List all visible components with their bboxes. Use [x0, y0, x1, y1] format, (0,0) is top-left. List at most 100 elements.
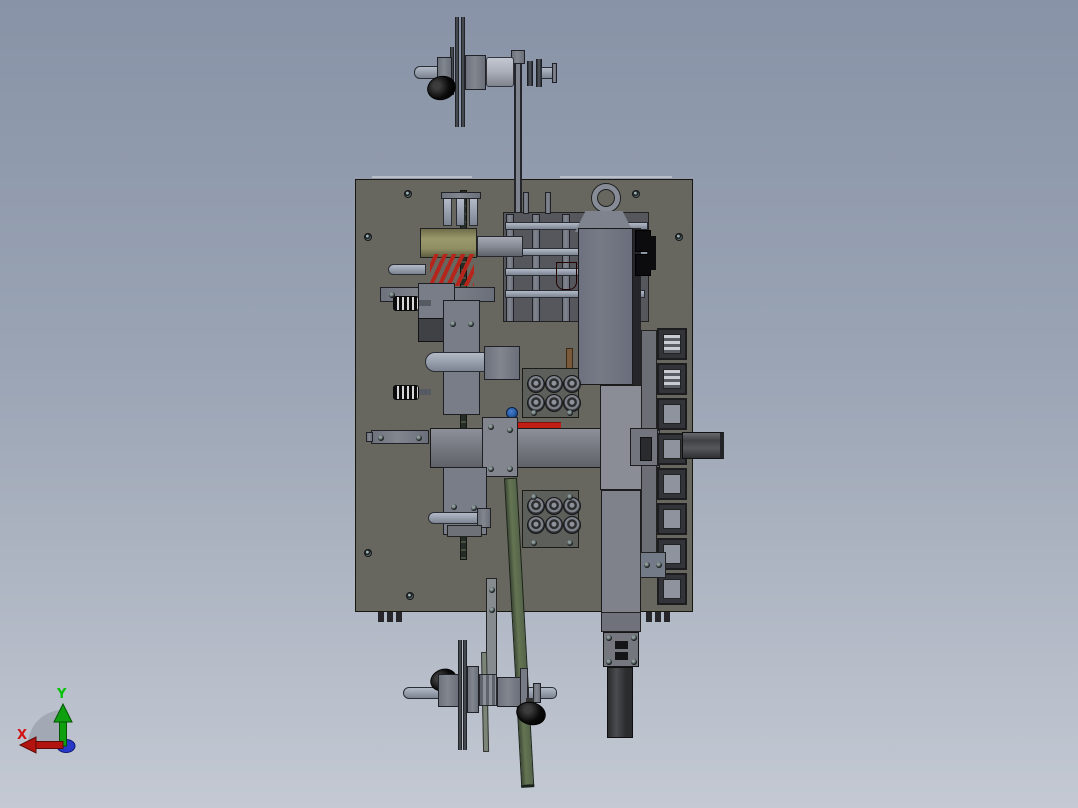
hanging-bar-screw — [489, 587, 495, 593]
block-screw — [567, 410, 573, 416]
carriage-screw — [507, 466, 513, 472]
lower-dark-bar[interactable] — [607, 667, 633, 738]
lower-small-block — [447, 525, 482, 537]
bottom-pulley-hub-right — [497, 677, 521, 707]
y-axis-label: Y — [56, 687, 67, 702]
right-rail[interactable] — [682, 432, 724, 459]
mount-screw — [606, 635, 612, 641]
knurled-knob[interactable] — [393, 296, 419, 311]
plate-foot-right — [646, 612, 670, 622]
bearing — [545, 497, 563, 515]
knob-stem — [419, 389, 431, 395]
lower-shaft[interactable] — [428, 512, 478, 524]
plate-screw[interactable] — [406, 592, 414, 600]
left-arm-lower[interactable] — [371, 430, 429, 444]
carriage-screw — [488, 424, 494, 430]
pulley-strap[interactable] — [514, 52, 522, 220]
bearing-block-upper[interactable] — [522, 368, 581, 418]
chain-link — [657, 468, 687, 500]
chain-bracket — [630, 428, 658, 466]
x-axis-shaft — [35, 741, 64, 749]
chain-mount — [640, 552, 666, 578]
bearing — [563, 394, 581, 412]
chain-link — [657, 363, 687, 395]
left-shaft-upper[interactable] — [388, 264, 426, 275]
block-screw — [567, 540, 573, 546]
bearing — [563, 375, 581, 393]
block-screw — [567, 494, 573, 500]
block-screw — [531, 494, 537, 500]
bearing — [527, 394, 545, 412]
red-roller[interactable] — [556, 262, 577, 290]
top-pulley-flange-right — [527, 61, 533, 86]
chain-link — [657, 398, 687, 430]
bearing-block-lower[interactable] — [522, 490, 581, 548]
small-cylinder — [443, 198, 452, 226]
bearing — [545, 516, 563, 534]
coil-spring[interactable] — [430, 254, 474, 286]
top-pulley-end-cap — [552, 63, 557, 83]
mount-detail — [615, 652, 628, 660]
plate-top-edge-highlight-left — [372, 176, 472, 178]
hanging-bar-screw — [489, 607, 495, 613]
knob-stem — [419, 300, 431, 306]
carriage-screw — [488, 466, 494, 472]
bearing — [563, 497, 581, 515]
block-screw — [531, 540, 537, 546]
bearing — [527, 497, 545, 515]
bracket-slot — [640, 437, 652, 461]
mount-screw — [631, 659, 637, 665]
eyebolt-ring[interactable] — [592, 184, 620, 212]
plate-screw[interactable] — [364, 549, 372, 557]
bottom-pulley-flange-mid — [467, 666, 479, 713]
bearing — [545, 394, 563, 412]
top-pulley-spool[interactable] — [486, 57, 514, 87]
small-cylinder — [456, 198, 465, 226]
mount-screw — [656, 562, 662, 568]
bottom-pulley-hub-left — [438, 674, 459, 707]
chain-link — [657, 503, 687, 535]
mount-screw — [606, 659, 612, 665]
arm-neck — [601, 612, 641, 632]
knurled-knob[interactable] — [393, 385, 419, 400]
plate-screw[interactable] — [404, 190, 412, 198]
plate-screw[interactable] — [675, 233, 683, 241]
bearing — [527, 516, 545, 534]
bottom-pulley-spacers — [479, 674, 497, 706]
bearing — [563, 516, 581, 534]
top-pulley-hub — [465, 55, 486, 90]
dark-cylinder — [418, 318, 444, 342]
chain-link — [657, 328, 687, 360]
carriage-screw — [507, 427, 513, 433]
cylinder-cap-bar — [441, 192, 481, 199]
orientation-triad: Y X — [17, 687, 76, 754]
vertical-arm[interactable] — [601, 490, 641, 632]
mount-detail — [615, 641, 628, 649]
mount-screw — [644, 562, 650, 568]
mid-cylinder-block — [484, 346, 520, 380]
bearing — [527, 375, 545, 393]
small-cylinder — [469, 198, 478, 226]
arm-screw — [416, 435, 422, 441]
bottom-pulley-disc[interactable] — [458, 640, 462, 750]
column-screw — [468, 321, 474, 327]
plate-screw[interactable] — [632, 190, 640, 198]
plate-foot-left — [378, 612, 402, 622]
stage-pin — [523, 192, 529, 214]
plate-screw[interactable] — [364, 233, 372, 241]
arm-screw — [378, 435, 384, 441]
bottom-pulley-collar-right — [533, 683, 541, 703]
arm-mount-plate[interactable] — [603, 632, 639, 667]
block-screw — [531, 410, 537, 416]
bearing — [545, 375, 563, 393]
cad-viewport[interactable]: Y X — [0, 0, 1078, 808]
gray-spool[interactable] — [477, 236, 523, 257]
carriage-block[interactable] — [482, 417, 518, 477]
arm-tip — [366, 432, 373, 442]
motor-tower[interactable] — [578, 228, 633, 385]
column-screw — [450, 321, 456, 327]
top-pulley-disc[interactable] — [455, 17, 459, 127]
hanging-bar[interactable] — [486, 578, 497, 676]
column-screw — [451, 504, 457, 510]
connector-cable — [648, 236, 656, 270]
